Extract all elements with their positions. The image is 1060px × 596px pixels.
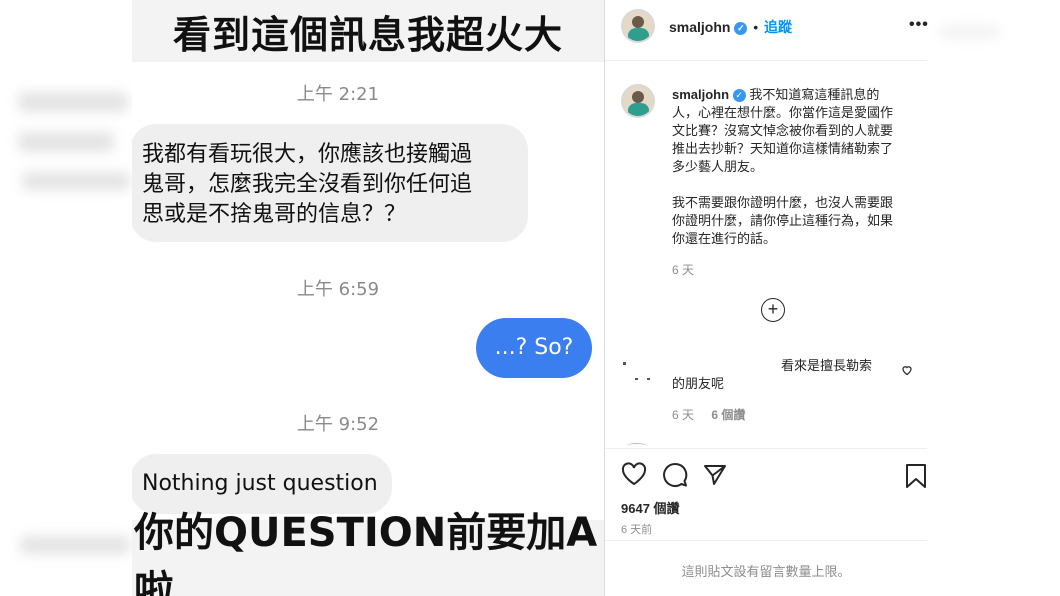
message-timestamp: 上午 6:59 xyxy=(296,279,380,300)
incoming-message-bubble: 我都有看玩很大，你應該也接觸過 鬼哥，怎麼我完全沒看到你任何追 思或是不捨鬼哥的… xyxy=(132,124,528,242)
footer-divider xyxy=(605,540,927,541)
message-timestamp: 上午 2:21 xyxy=(296,84,380,105)
caption-first-line: smaljohn ✓ 我不知道寫這種訊息的 xyxy=(672,86,917,104)
verified-badge-icon: ✓ xyxy=(732,89,746,103)
caption-line: 我不知道寫這種訊息的 xyxy=(749,87,880,102)
post-caption: smaljohn ✓ 我不知道寫這種訊息的 人，心裡在想什麼。你當作這是愛國作 … xyxy=(672,86,917,248)
verified-badge-icon: ✓ xyxy=(734,21,748,35)
caption-line: 人，心裡在想什麼。你當作這是愛國作 xyxy=(672,105,894,120)
caption-line: 你還在進行的話。 xyxy=(672,231,777,246)
avatar[interactable] xyxy=(621,84,655,118)
caption-username[interactable]: smaljohn xyxy=(672,87,729,102)
message-line: 鬼哥，怎麼我完全沒看到你任何追 xyxy=(142,172,473,197)
blurred-text-left-1 xyxy=(18,92,128,112)
comments-limited-notice: 這則貼文設有留言數量上限。 xyxy=(681,564,851,579)
message-line: 我都有看玩很大，你應該也接觸過 xyxy=(142,142,473,167)
comment-like-icon[interactable] xyxy=(901,363,913,381)
separator-dot: • xyxy=(753,19,759,35)
caption-age: 6 天 xyxy=(672,263,695,277)
blurred-text-left-3 xyxy=(22,172,130,190)
chat-screenshot: 看到這個訊息我超火大 上午 2:21 我都有看玩很大，你應該也接觸過 鬼哥，怎麼… xyxy=(132,0,604,596)
post-header-user: smaljohn ✓ • 追蹤 xyxy=(669,17,792,37)
message-timestamp: 上午 9:52 xyxy=(296,414,380,435)
commenter-avatar[interactable] xyxy=(623,358,653,388)
caption-line: 我不需要跟你證明什麼，也沒人需要跟 xyxy=(672,195,894,210)
comment-text-line: 看來是擅長勒索 xyxy=(781,358,873,373)
blurred-text-left-2 xyxy=(18,132,114,152)
comment-age: 6 天 xyxy=(672,408,695,422)
load-more-comments-icon[interactable]: + xyxy=(761,298,785,322)
instagram-post-panel: smaljohn ✓ • 追蹤 ••• smaljohn ✓ 我不知道寫這種訊息… xyxy=(604,0,929,596)
actions-divider xyxy=(605,448,927,449)
comment-likes[interactable]: 6 個讚 xyxy=(711,408,745,422)
comment-icon[interactable] xyxy=(662,462,688,493)
caption-line: 多少藝人朋友。 xyxy=(672,159,764,174)
comment-meta: 6 天 6 個讚 xyxy=(672,406,745,423)
top-caption-banner: 看到這個訊息我超火大 xyxy=(132,0,604,62)
more-icon[interactable]: ••• xyxy=(909,16,929,34)
caption-line: 文比賽？沒寫文悼念被你看到的人就要 xyxy=(672,123,894,138)
message-line: 思或是不捨鬼哥的信息？？ xyxy=(142,202,407,227)
bottom-caption-banner: 你的QUESTION前要加A啦 xyxy=(132,510,604,596)
screenshot-composite: 看到這個訊息我超火大 上午 2:21 我都有看玩很大，你應該也接觸過 鬼哥，怎麼… xyxy=(0,0,1060,596)
avatar[interactable] xyxy=(621,9,655,43)
blurred-text-right-1 xyxy=(940,26,1000,38)
post-age[interactable]: 6 天前 xyxy=(621,521,652,537)
follow-button[interactable]: 追蹤 xyxy=(764,19,792,35)
caption-line: 你證明什麼，請你停止這種行為，如果 xyxy=(672,213,894,228)
share-icon[interactable] xyxy=(703,463,727,492)
header-divider xyxy=(605,60,927,61)
comment-text-line: 的朋友呢 xyxy=(672,376,725,391)
outgoing-message-bubble: ...? So? xyxy=(476,318,592,378)
blurred-text-left-4 xyxy=(20,536,130,554)
like-count[interactable]: 9647 個讚 xyxy=(621,498,680,517)
bookmark-icon[interactable] xyxy=(905,463,927,494)
caption-line: 推出去抄斬？天知道你這樣情緒勒索了 xyxy=(672,141,894,156)
username-link[interactable]: smaljohn xyxy=(669,19,730,35)
heart-icon[interactable] xyxy=(621,462,647,491)
